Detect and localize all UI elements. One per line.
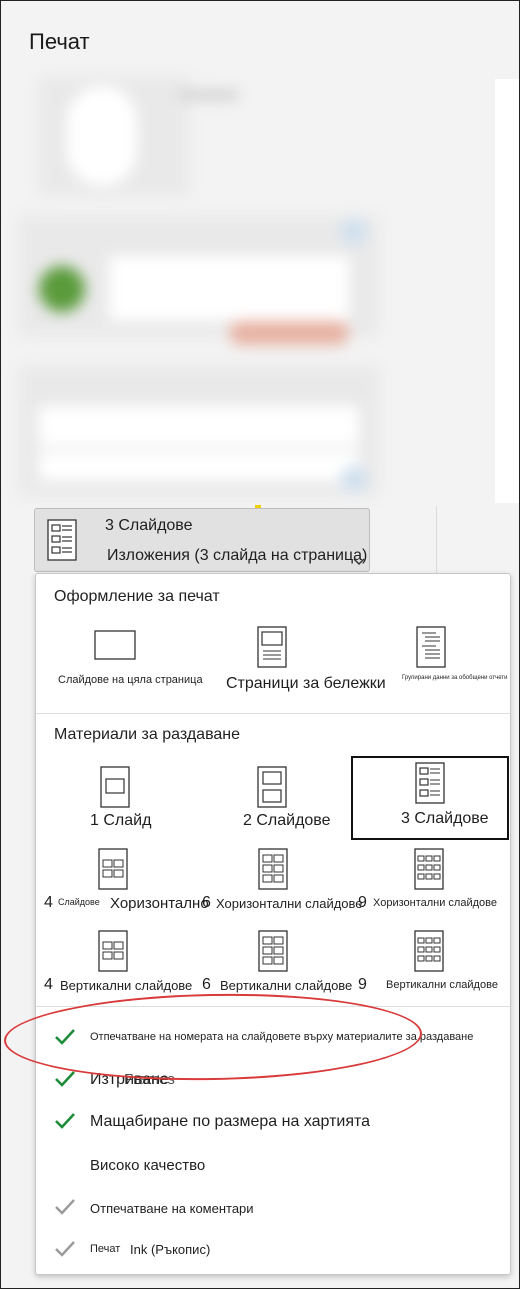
blurred-print-settings bbox=[19, 66, 499, 506]
handout-number: 4 bbox=[44, 976, 53, 993]
notes-page-icon bbox=[257, 626, 287, 673]
toggle-label-small: Печат bbox=[90, 1243, 121, 1255]
option-label: Групирани данни за обобщени отчети bbox=[402, 675, 508, 681]
three-slides-icon bbox=[415, 762, 445, 809]
layout-title: 3 Слайдове bbox=[105, 517, 193, 534]
handout-label: 2 Слайдове bbox=[243, 812, 331, 829]
handout-2-slides[interactable]: 2 Слайдове bbox=[241, 760, 341, 832]
toggle-print-ink[interactable]: Печат Ink (Ръкопис) bbox=[54, 1238, 354, 1266]
handout-9-vertical[interactable]: 9 Вертикални слайдове bbox=[356, 924, 508, 994]
handout-6-vertical[interactable]: 6 Вертикални слайдове bbox=[202, 924, 362, 994]
checkmark-icon bbox=[54, 1240, 76, 1263]
handout-6-horizontal[interactable]: 6 Хоризонтални слайдове bbox=[202, 842, 363, 912]
handout-label: Вертикални слайдове bbox=[220, 978, 353, 993]
three-slides-handout-icon bbox=[47, 519, 77, 566]
print-layout-heading: Оформление за печат bbox=[54, 588, 220, 605]
handouts-heading: Материали за раздаване bbox=[54, 726, 241, 743]
option-label: Страници за бележки bbox=[226, 675, 386, 692]
handout-4-horizontal[interactable]: 4 Слайдове Хоризонтално bbox=[40, 842, 210, 912]
print-pane: Печат 3 Слайдове Изложения (3 слайда на … bbox=[0, 0, 520, 1289]
handout-label: Хоризонтални слайдове bbox=[216, 896, 363, 911]
toggle-high-quality[interactable]: Високо качество bbox=[54, 1154, 354, 1182]
handout-number: 9 bbox=[358, 976, 367, 993]
page-title: Печат bbox=[29, 29, 90, 54]
handout-3-slides-selected[interactable]: 3 Слайдове bbox=[351, 756, 509, 840]
four-slides-vertical-icon bbox=[98, 930, 128, 977]
nine-slides-vertical-icon bbox=[414, 930, 444, 977]
handout-1-slide[interactable]: 1 Слайд bbox=[76, 760, 176, 832]
toggle-label: Отпечатване на коментари bbox=[90, 1201, 254, 1216]
one-slide-icon bbox=[100, 766, 130, 813]
six-slides-horizontal-icon bbox=[258, 848, 288, 895]
two-slides-icon bbox=[257, 766, 287, 813]
full-page-slide-icon bbox=[94, 630, 136, 665]
option-label: Слайдове на цяла страница bbox=[58, 674, 203, 686]
handout-label: Хоризонтално bbox=[110, 895, 209, 912]
outline-icon bbox=[416, 626, 446, 673]
handout-9-horizontal[interactable]: 9 Хоризонтални слайдове bbox=[356, 842, 508, 912]
checkmark-icon bbox=[54, 1198, 76, 1221]
checkmark-icon bbox=[54, 1112, 76, 1135]
handout-label: Вертикални слайдове bbox=[386, 979, 498, 991]
handout-label-small: Слайдове bbox=[58, 897, 100, 907]
four-slides-horizontal-icon bbox=[98, 848, 128, 895]
chevron-down-icon bbox=[353, 553, 365, 571]
handout-label: Хоризонтални слайдове bbox=[373, 897, 497, 909]
toggle-label: Мащабиране по размера на хартията bbox=[90, 1113, 371, 1130]
handout-number: 6 bbox=[202, 976, 211, 993]
toggle-scale-to-paper[interactable]: Мащабиране по размера на хартията bbox=[54, 1110, 454, 1138]
six-slides-vertical-icon bbox=[258, 930, 288, 977]
handout-label: Вертикални слайдове bbox=[60, 978, 193, 993]
toggle-label: Високо качество bbox=[90, 1157, 206, 1174]
handout-number: 9 bbox=[358, 894, 367, 911]
handout-number: 4 bbox=[44, 894, 53, 911]
handout-number: 6 bbox=[202, 894, 211, 911]
layout-menu: Оформление за печат Слайдове на цяла стр… bbox=[35, 573, 511, 1275]
option-outline[interactable]: Групирани данни за обобщени отчети bbox=[396, 624, 508, 694]
checkmark-icon bbox=[54, 1070, 76, 1093]
handout-label: 1 Слайд bbox=[90, 812, 152, 829]
option-notes-pages[interactable]: Страници за бележки bbox=[221, 624, 391, 694]
handout-label: 3 Слайдове bbox=[401, 810, 489, 827]
nine-slides-horizontal-icon bbox=[414, 848, 444, 895]
handout-4-vertical[interactable]: 4 Вертикални слайдове bbox=[40, 924, 210, 994]
layout-subtitle: Изложения (3 слайда на страница) bbox=[107, 547, 368, 564]
toggle-print-comments[interactable]: Отпечатване на коментари bbox=[54, 1196, 354, 1224]
toggle-label: Ink (Ръкопис) bbox=[130, 1242, 211, 1257]
option-full-page-slides[interactable]: Слайдове на цяла страница bbox=[46, 624, 216, 694]
handout-layout-dropdown[interactable]: 3 Слайдове Изложения (3 слайда на страни… bbox=[34, 508, 370, 572]
